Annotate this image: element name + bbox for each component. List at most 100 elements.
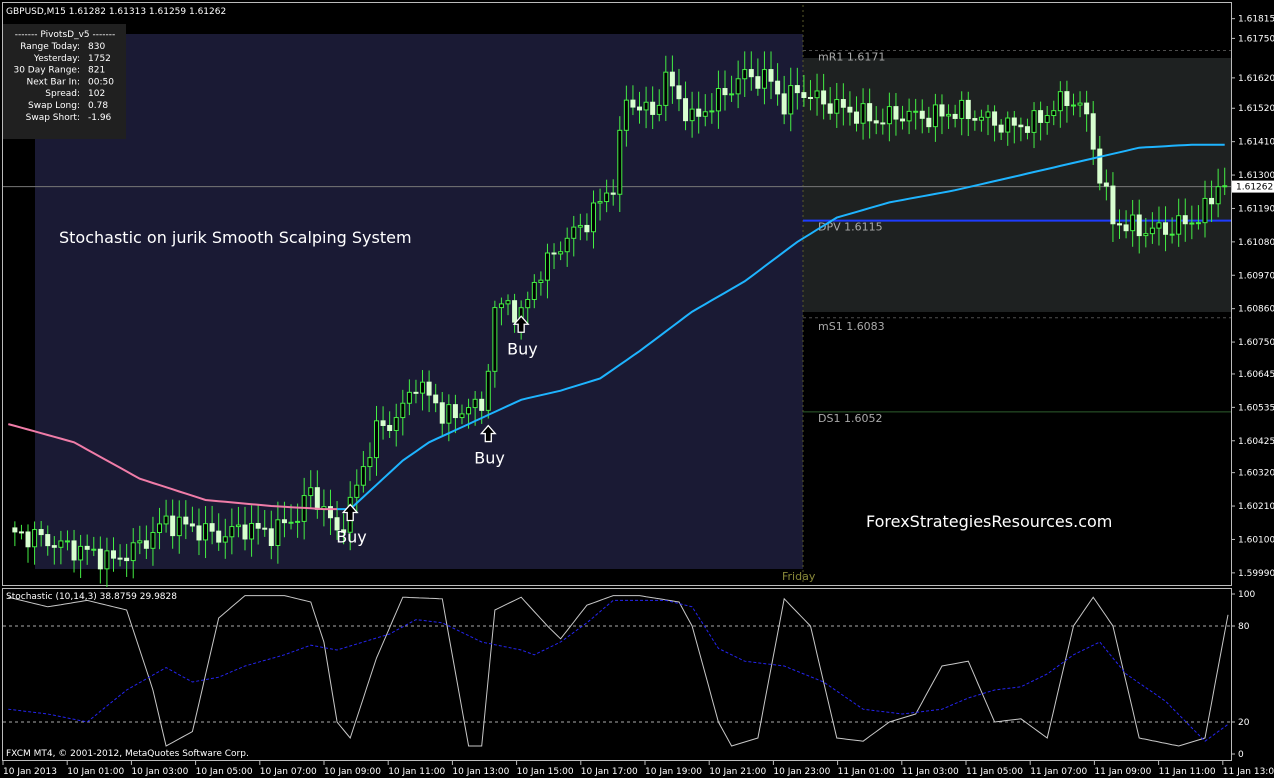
candle-body (531, 281, 537, 300)
candle-body (886, 106, 892, 125)
pivot-label-ms1: mS1 1.6083 (818, 320, 885, 333)
trading-chart-window: mR1 1.6171DPV 1.6115mS1 1.6083DS1 1.6052… (0, 0, 1274, 778)
candle-body (25, 531, 31, 548)
candle-body (1176, 215, 1182, 235)
candle-body (281, 519, 287, 524)
svg-text:1.61262: 1.61262 (1236, 183, 1273, 193)
candle-body (354, 484, 360, 498)
candle-body (919, 110, 925, 119)
buy-label: Buy (474, 449, 505, 468)
candle-body (1070, 104, 1076, 107)
pivot-panel-label: Yesterday: (33, 54, 80, 64)
candle-body (1018, 124, 1024, 128)
candle-body (972, 118, 978, 121)
candle-body (492, 307, 498, 372)
pivot-panel-value: 102 (88, 89, 105, 99)
price-tick-label: 1.60425 (1238, 437, 1274, 447)
candle-body (1169, 233, 1175, 236)
candle-body (459, 413, 465, 419)
price-tick-label: 1.61815 (1238, 15, 1274, 25)
pivot-panel-label: Swap Short: (26, 113, 80, 123)
candle-body (847, 106, 853, 113)
candle-body (163, 515, 169, 525)
candle-body (1097, 148, 1103, 184)
pivot-zone-background (803, 58, 1231, 312)
candle-body (926, 117, 932, 128)
candle-body (104, 550, 110, 570)
time-tick-label: 10 Jan 05:00 (196, 767, 253, 777)
candle-body (216, 530, 222, 543)
time-tick-label: 10 Jan 15:00 (517, 767, 574, 777)
price-tick-label: 1.61190 (1238, 204, 1274, 214)
price-tick-label: 1.61410 (1238, 138, 1274, 148)
candle-body (630, 99, 636, 108)
candle-body (604, 192, 610, 203)
candle-body (170, 515, 176, 537)
pivots-panel-title: ------- PivotsD_v5 ------- (15, 30, 115, 40)
candle-body (669, 71, 675, 87)
time-tick-label: 10 Jan 2013 (3, 767, 57, 777)
price-tick-label: 1.61520 (1238, 104, 1274, 114)
candle-body (1202, 197, 1208, 224)
candle-body (380, 420, 386, 426)
candle-body (235, 524, 241, 528)
time-tick-label: 11 Jan 11:00 (1159, 767, 1216, 777)
candle-body (1209, 197, 1215, 205)
pivot-panel-label: 30 Day Range: (13, 66, 80, 76)
time-tick-label: 11 Jan 01:00 (838, 767, 895, 777)
price-tick-label: 1.60100 (1238, 535, 1274, 545)
time-tick-label: 10 Jan 03:00 (131, 767, 188, 777)
time-tick-label: 10 Jan 23:00 (773, 767, 830, 777)
current-price-tag: 1.61262 (1232, 180, 1274, 193)
watermark: ForexStrategiesResources.com (866, 512, 1112, 531)
candle-body (1024, 126, 1030, 133)
candle-body (538, 279, 544, 283)
stochastic-title: Stochastic (10,14,3) 38.8759 29.9828 (6, 592, 177, 602)
price-tick-label: 1.60320 (1238, 469, 1274, 479)
candle-body (998, 124, 1004, 133)
candle-body (1005, 117, 1011, 133)
candle-body (807, 96, 813, 99)
candle-body (729, 93, 735, 96)
candle-body (308, 487, 314, 497)
candle-body (663, 71, 669, 106)
candle-body (821, 90, 827, 105)
candle-body (124, 557, 130, 562)
candle-body (840, 99, 846, 108)
candle-body (203, 523, 209, 541)
candle-body (1222, 185, 1228, 188)
candle-body (1182, 215, 1188, 225)
candle-body (360, 466, 366, 486)
candle-body (775, 80, 781, 95)
candle-body (314, 487, 320, 510)
candle-body (12, 527, 18, 533)
candle-body (64, 540, 70, 543)
candle-body (1077, 102, 1083, 106)
candle-body (656, 104, 662, 115)
candle-body (1189, 222, 1195, 225)
candle-body (466, 407, 472, 415)
candle-body (71, 540, 77, 561)
candle-body (722, 88, 728, 96)
candle-body (946, 113, 952, 117)
candle-body (439, 402, 445, 424)
candle-body (814, 90, 820, 99)
candle-body (45, 534, 51, 547)
pivot-label-mr1: mR1 1.6171 (818, 51, 885, 64)
candle-body (544, 252, 550, 281)
candle-body (571, 226, 577, 239)
candle-body (696, 108, 702, 117)
price-tick-label: 1.60645 (1238, 370, 1274, 380)
candle-body (367, 457, 373, 468)
candle-body (97, 548, 103, 570)
candle-body (873, 120, 879, 124)
candle-body (1110, 185, 1116, 225)
candle-body (597, 201, 603, 204)
candle-body (650, 101, 656, 115)
candle-body (860, 103, 866, 124)
candle-body (1011, 117, 1017, 126)
candle-body (702, 111, 708, 117)
time-tick-label: 11 Jan 03:00 (902, 767, 959, 777)
stochastic-tick-label: 0 (1238, 750, 1244, 760)
candle-body (834, 99, 840, 114)
